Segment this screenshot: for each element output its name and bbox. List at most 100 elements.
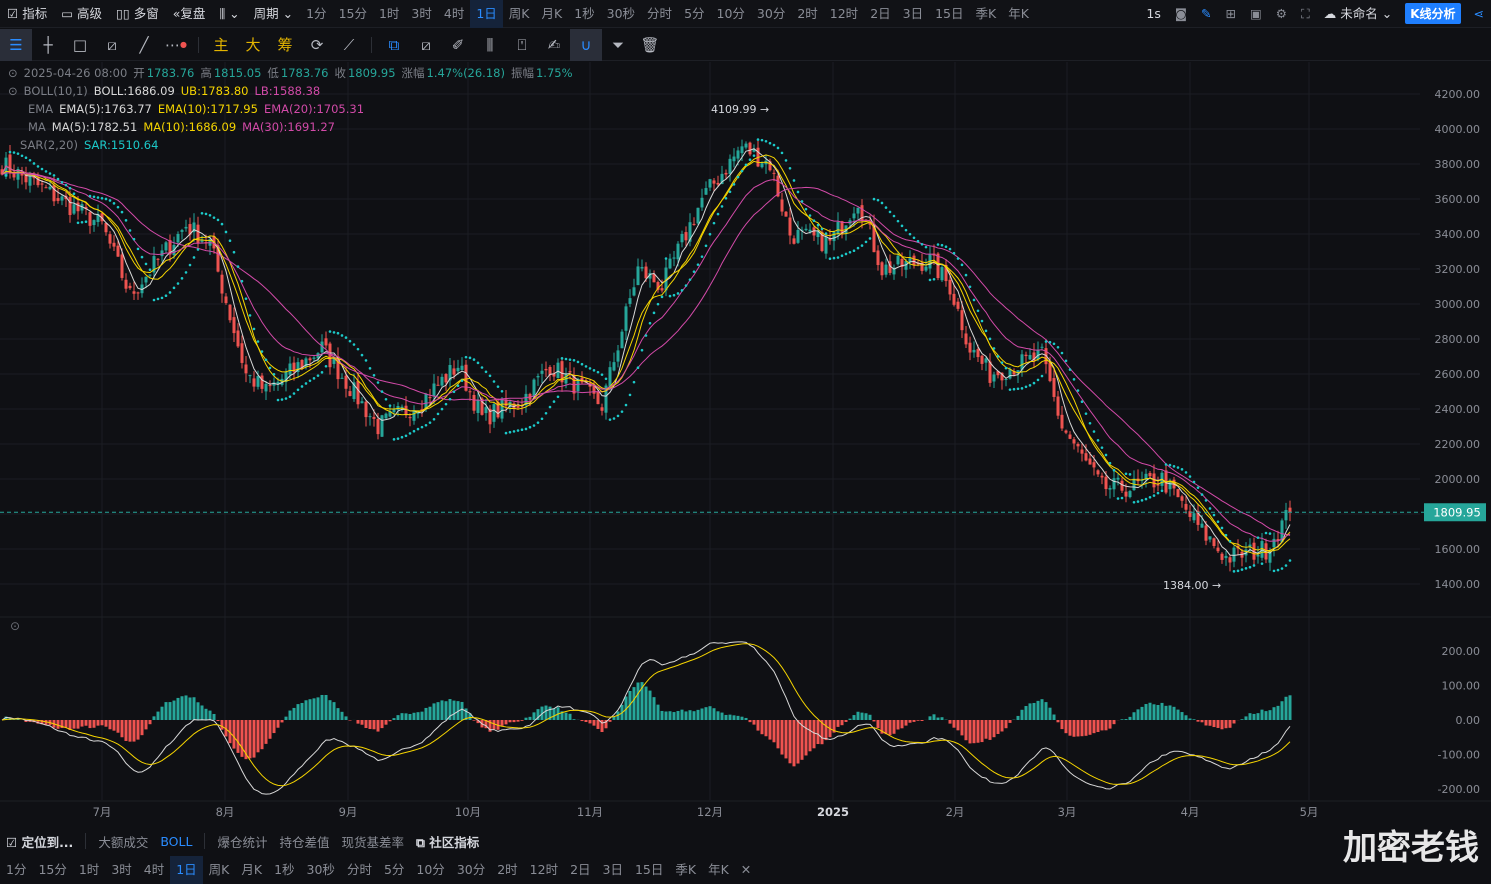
filter-icon[interactable]: ⏷	[602, 29, 634, 61]
bottom-interval-tab[interactable]: 1日	[170, 856, 202, 884]
indicator-boll[interactable]: BOLL	[154, 834, 198, 849]
sar-dot	[1101, 446, 1104, 449]
crosshair-icon[interactable]: ┼	[32, 29, 64, 61]
gear-icon[interactable]: ⚙	[1269, 0, 1294, 28]
price-chart[interactable]: 4200.004000.003800.003600.003400.003200.…	[0, 62, 1491, 827]
indicators-button[interactable]: ☑ 指标	[0, 0, 54, 28]
bottom-interval-tab[interactable]: 1分	[0, 856, 32, 884]
sar-dot	[337, 332, 340, 335]
top-interval-tab[interactable]: 30秒	[601, 0, 641, 28]
top-interval-tab[interactable]: 2日	[864, 0, 896, 28]
bottom-interval-tab[interactable]: 15日	[629, 856, 669, 884]
lock-icon[interactable]: ⍞	[506, 29, 538, 61]
sar-dot	[385, 398, 388, 401]
replay-button[interactable]: «复盘	[166, 0, 213, 28]
fullscreen-icon[interactable]: ⛶	[1294, 0, 1317, 28]
top-interval-tab[interactable]: 分时	[641, 0, 678, 28]
bottom-interval-tab[interactable]: 月K	[235, 856, 268, 884]
top-interval-tab[interactable]: 12时	[824, 0, 864, 28]
collapse-icon[interactable]: ⊙	[8, 64, 18, 82]
top-interval-tab[interactable]: 3时	[405, 0, 437, 28]
indicator-basis-rate[interactable]: 现货基差率	[335, 832, 410, 851]
bottom-interval-tab[interactable]: 周K	[203, 856, 236, 884]
bottom-interval-tab[interactable]: 分时	[341, 856, 378, 884]
bottom-interval-tab[interactable]: 10分	[410, 856, 450, 884]
bottom-interval-tab[interactable]: 15分	[32, 856, 72, 884]
bookmark-icon[interactable]: ⧉	[378, 29, 410, 61]
top-interval-tab[interactable]: 月K	[535, 0, 568, 28]
bottom-interval-tab[interactable]: 12时	[524, 856, 564, 884]
top-interval-tab[interactable]: 周K	[503, 0, 536, 28]
top-interval-tab[interactable]: 1分	[300, 0, 332, 28]
bottom-interval-tab[interactable]: 年K	[702, 856, 735, 884]
sar-dot	[1081, 400, 1084, 403]
bottom-interval-tab[interactable]: 4时	[138, 856, 170, 884]
top-interval-tab[interactable]: 季K	[970, 0, 1003, 28]
refresh-rate[interactable]: 1s	[1139, 0, 1167, 28]
macd-bar	[241, 720, 244, 757]
top-interval-tab[interactable]: 年K	[1002, 0, 1035, 28]
bottom-interval-tab[interactable]: 2日	[564, 856, 596, 884]
top-interval-tab[interactable]: 1时	[373, 0, 405, 28]
bottom-interval-tab[interactable]: 1时	[73, 856, 105, 884]
top-interval-tab[interactable]: 10分	[711, 0, 751, 28]
trash-icon[interactable]: 🗑	[634, 29, 666, 61]
pencil-icon[interactable]: ✎	[1194, 0, 1218, 28]
top-interval-tab[interactable]: 15分	[333, 0, 373, 28]
candlestick-icon[interactable]: ⫼ ⌄	[212, 0, 246, 28]
add-window-icon[interactable]: ⊞	[1218, 0, 1242, 28]
bottom-interval-tab[interactable]: 1秒	[268, 856, 300, 884]
top-interval-tab[interactable]: 2时	[791, 0, 823, 28]
period-dropdown[interactable]: 周期 ⌄	[247, 0, 300, 28]
rectangle-icon[interactable]: □	[64, 29, 96, 61]
note-icon[interactable]: ✍	[538, 29, 570, 61]
top-interval-tab[interactable]: 1日	[470, 0, 502, 28]
boll-name[interactable]: BOLL(10,1)	[24, 82, 88, 100]
top-interval-tab[interactable]: 15日	[929, 0, 969, 28]
top-interval-tab[interactable]: 3日	[897, 0, 929, 28]
main-indicator-button[interactable]: 主	[205, 29, 237, 61]
bottom-interval-tab[interactable]: 3时	[105, 856, 137, 884]
k-line-analysis-button[interactable]: K线分析	[1405, 3, 1460, 24]
brush-icon[interactable]: ✐	[442, 29, 474, 61]
top-interval-tab[interactable]: 4时	[438, 0, 470, 28]
ema-name[interactable]: EMA	[28, 100, 53, 118]
indicator-liquidations[interactable]: 爆仓统计	[211, 832, 273, 851]
menu-lines-icon[interactable]: ☰	[0, 29, 32, 61]
more-icon[interactable]: ⋯●	[160, 29, 192, 61]
ruler-icon[interactable]: ⧄	[96, 29, 128, 61]
indicator-oi-diff[interactable]: 持仓差值	[273, 832, 335, 851]
camera-icon[interactable]: ◙	[1168, 0, 1194, 28]
locate-button[interactable]: ☑ 定位到...	[0, 832, 79, 851]
magnet-draw-icon[interactable]: ⟋	[333, 29, 365, 61]
bottom-interval-tab[interactable]: 30秒	[301, 856, 341, 884]
ma30: MA(30):1691.27	[242, 118, 335, 136]
multi-window-button[interactable]: ▯▯ 多窗	[109, 0, 166, 28]
candles-icon[interactable]: ⫼	[474, 29, 506, 61]
advanced-button[interactable]: ▭ 高级	[54, 0, 109, 28]
indicator-big-trades[interactable]: 大额成交	[92, 832, 154, 851]
collapse-icon[interactable]: ⊙	[8, 82, 18, 100]
bottom-interval-tab[interactable]: 30分	[451, 856, 491, 884]
bottom-interval-tab[interactable]: 2时	[491, 856, 523, 884]
top-interval-tab[interactable]: 30分	[751, 0, 791, 28]
line-icon[interactable]: ╱	[128, 29, 160, 61]
sync-icon[interactable]: ⟳	[301, 29, 333, 61]
sar-name[interactable]: SAR(2,20)	[20, 136, 78, 154]
top-interval-tab[interactable]: 1秒	[568, 0, 600, 28]
layout-dropdown[interactable]: ☁ 未命名 ⌄	[1317, 0, 1399, 28]
chips-button[interactable]: 筹	[269, 29, 301, 61]
ma-name[interactable]: MA	[28, 118, 46, 136]
bottom-interval-tab[interactable]: 3日	[597, 856, 629, 884]
bottom-interval-tab[interactable]: 季K	[669, 856, 702, 884]
macd-bar	[913, 720, 916, 722]
magnet-icon[interactable]: ∪	[570, 29, 602, 61]
close-icon[interactable]: ✕	[735, 862, 757, 877]
big-trade-button[interactable]: 大	[237, 29, 269, 61]
template-icon[interactable]: ▣	[1243, 0, 1269, 28]
measure-icon[interactable]: ⧄	[410, 29, 442, 61]
bottom-interval-tab[interactable]: 5分	[378, 856, 410, 884]
community-indicators-button[interactable]: ⧉ 社区指标	[410, 832, 485, 851]
top-interval-tab[interactable]: 5分	[678, 0, 710, 28]
share-icon[interactable]: ⋖	[1467, 0, 1491, 28]
